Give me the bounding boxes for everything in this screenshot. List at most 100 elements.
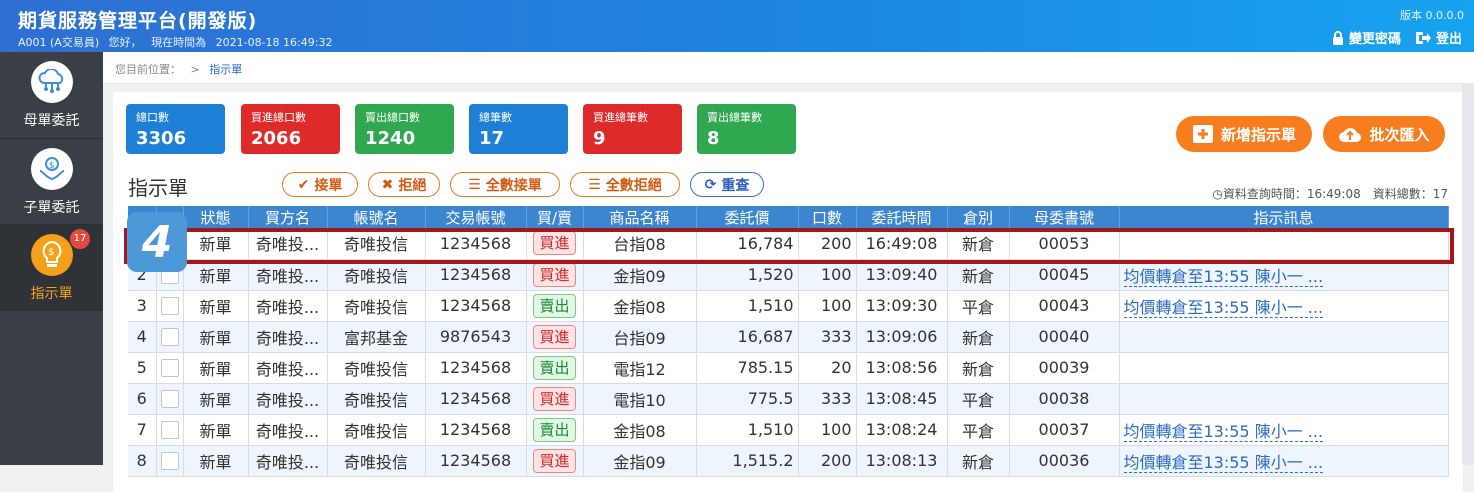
row-checkbox[interactable] — [156, 290, 184, 322]
change-password-button[interactable]: 變更密碼 — [1332, 28, 1401, 47]
accept-all-button[interactable]: ☰ 全數接單 — [450, 172, 560, 197]
cell-message: 均價轉倉至13:55 陳小一 ... — [1119, 414, 1449, 446]
query-time-text: 資料查詢時間：16:49:08 — [1222, 187, 1361, 201]
cell-message — [1119, 352, 1449, 384]
row-number: 7 — [128, 414, 157, 446]
sidebar-item-label: 母單委託 — [23, 113, 80, 129]
cell-parent-no: 00040 — [1009, 321, 1120, 353]
stat-label: 賣出總口數 — [365, 111, 420, 124]
accept-button[interactable]: ✔ 接單 — [282, 172, 358, 197]
sidebar-item-instructions[interactable]: $ 17 指示單 — [0, 225, 103, 311]
cell-position: 新倉 — [947, 321, 1010, 353]
col-buyer[interactable]: 買方名 — [248, 206, 328, 228]
cell-status: 新單 — [183, 352, 249, 384]
cell-status: 新單 — [183, 290, 249, 322]
table-row[interactable]: 6 新單 奇唯投... 奇唯投信 1234568 買進 電指10 775.5 333 13:08:… — [128, 383, 1449, 415]
requery-button[interactable]: ⟳ 重查 — [690, 172, 764, 197]
select-checkbox[interactable] — [160, 452, 179, 471]
cell-price: 785.15 — [696, 352, 799, 384]
stat-label: 賣出總筆數 — [707, 111, 762, 124]
cell-side: 賣出 — [526, 290, 584, 322]
table-row[interactable]: 4 新單 奇唯投... 富邦基金 9876543 買進 台指09 16,687 333 13:09… — [128, 321, 1449, 353]
cell-parent-no: 00038 — [1009, 383, 1120, 415]
table-row[interactable]: 3 新單 奇唯投... 奇唯投信 1234568 賣出 金指08 1,510 100 13:09:… — [128, 290, 1449, 322]
side-tag: 賣出 — [533, 355, 576, 380]
cell-time: 13:09:30 — [856, 290, 948, 322]
sidebar-item-child-orders[interactable]: $ 子單委託 — [0, 139, 103, 225]
close-icon: ✖ — [381, 176, 394, 193]
batch-import-button[interactable]: 批次匯入 — [1323, 116, 1445, 152]
logout-button[interactable]: 登出 — [1415, 28, 1462, 47]
cell-price: 1,510 — [696, 290, 799, 322]
step-marker: 4 — [127, 212, 187, 272]
sidebar-item-parent-orders[interactable]: 母單委託 — [0, 52, 103, 138]
col-status[interactable]: 狀態 — [183, 206, 249, 228]
cell-qty: 200 — [798, 445, 857, 477]
refresh-icon: ⟳ — [704, 176, 717, 193]
row-checkbox[interactable] — [156, 445, 184, 477]
instruction-message-link[interactable]: 均價轉倉至13:55 陳小一 ... — [1123, 266, 1324, 287]
cell-time: 13:08:13 — [856, 445, 948, 477]
cell-position: 平倉 — [947, 414, 1010, 446]
cell-status: 新單 — [183, 414, 249, 446]
col-account-no[interactable]: 交易帳號 — [425, 206, 527, 228]
table-row[interactable]: 8 新單 奇唯投... 奇唯投信 1234568 買進 金指09 1,515.2 200 13:0… — [128, 445, 1449, 477]
row-checkbox[interactable] — [156, 414, 184, 446]
cell-account-name: 奇唯投信 — [327, 383, 426, 415]
select-checkbox[interactable] — [160, 421, 179, 440]
cell-account-name: 奇唯投信 — [327, 290, 426, 322]
section-title: 指示單 — [128, 176, 188, 200]
add-file-icon — [1192, 125, 1213, 143]
col-price[interactable]: 委託價 — [696, 206, 799, 228]
cell-side: 買進 — [526, 321, 584, 353]
col-account-name[interactable]: 帳號名 — [327, 206, 426, 228]
row-checkbox[interactable] — [156, 383, 184, 415]
change-password-label: 變更密碼 — [1348, 32, 1401, 47]
side-tag: 買進 — [533, 448, 576, 473]
select-checkbox[interactable] — [160, 390, 179, 409]
cell-account-name: 奇唯投信 — [327, 352, 426, 384]
scrollbar[interactable] — [1462, 84, 1474, 465]
col-message[interactable]: 指示訊息 — [1119, 206, 1449, 228]
col-qty[interactable]: 口數 — [798, 206, 857, 228]
instruction-message-link[interactable]: 均價轉倉至13:55 陳小一 ... — [1123, 421, 1324, 442]
reject-all-button[interactable]: ☰ 全數拒絕 — [570, 172, 680, 197]
instruction-message-link[interactable]: 均價轉倉至13:55 陳小一 ... — [1123, 452, 1324, 473]
cell-side: 賣出 — [526, 352, 584, 384]
breadcrumb-current[interactable]: 指示單 — [209, 63, 242, 76]
svg-text:$: $ — [49, 161, 55, 171]
row-checkbox[interactable] — [156, 352, 184, 384]
cloud-network-icon — [31, 61, 73, 103]
total-count: 資料總數：17 — [1372, 187, 1448, 201]
cell-position: 新倉 — [947, 445, 1010, 477]
select-checkbox[interactable] — [160, 328, 179, 347]
col-side[interactable]: 買/賣 — [526, 206, 584, 228]
col-product[interactable]: 商品名稱 — [583, 206, 697, 228]
cell-account-no: 1234568 — [425, 352, 527, 384]
cell-qty: 100 — [798, 290, 857, 322]
col-position[interactable]: 倉別 — [947, 206, 1010, 228]
select-checkbox[interactable] — [160, 297, 179, 316]
time-label: 現在時間為 — [151, 36, 207, 49]
table-row[interactable]: 7 新單 奇唯投... 奇唯投信 1234568 賣出 金指08 1,510 100 13:08:… — [128, 414, 1449, 446]
cell-side: 賣出 — [526, 414, 584, 446]
coin-hand-icon: $ — [31, 148, 73, 190]
table-body: 1新單奇唯投...奇唯投信1234568買進台指0816,78420016:49… — [128, 228, 1449, 477]
col-time[interactable]: 委託時間 — [856, 206, 948, 228]
select-checkbox[interactable] — [160, 359, 179, 378]
cell-time: 13:08:56 — [856, 352, 948, 384]
cell-position: 平倉 — [947, 383, 1010, 415]
table-row[interactable]: 5 新單 奇唯投... 奇唯投信 1234568 賣出 電指12 785.15 20 13:08:… — [128, 352, 1449, 384]
instruction-message-link[interactable]: 均價轉倉至13:55 陳小一 ... — [1123, 297, 1324, 318]
add-instruction-button[interactable]: 新增指示單 — [1176, 116, 1312, 152]
breadcrumb-prefix: 您目前位置： — [115, 63, 181, 76]
lock-icon — [1332, 30, 1343, 45]
greeting: 您好， — [108, 36, 142, 49]
reject-button[interactable]: ✖ 拒絕 — [368, 172, 440, 197]
highlight-frame — [124, 228, 1454, 264]
user-name: A001 (A交易員) — [18, 36, 100, 49]
cell-account-no: 1234568 — [425, 445, 527, 477]
cell-message — [1119, 383, 1449, 415]
col-parent-no[interactable]: 母委書號 — [1009, 206, 1120, 228]
row-checkbox[interactable] — [156, 321, 184, 353]
